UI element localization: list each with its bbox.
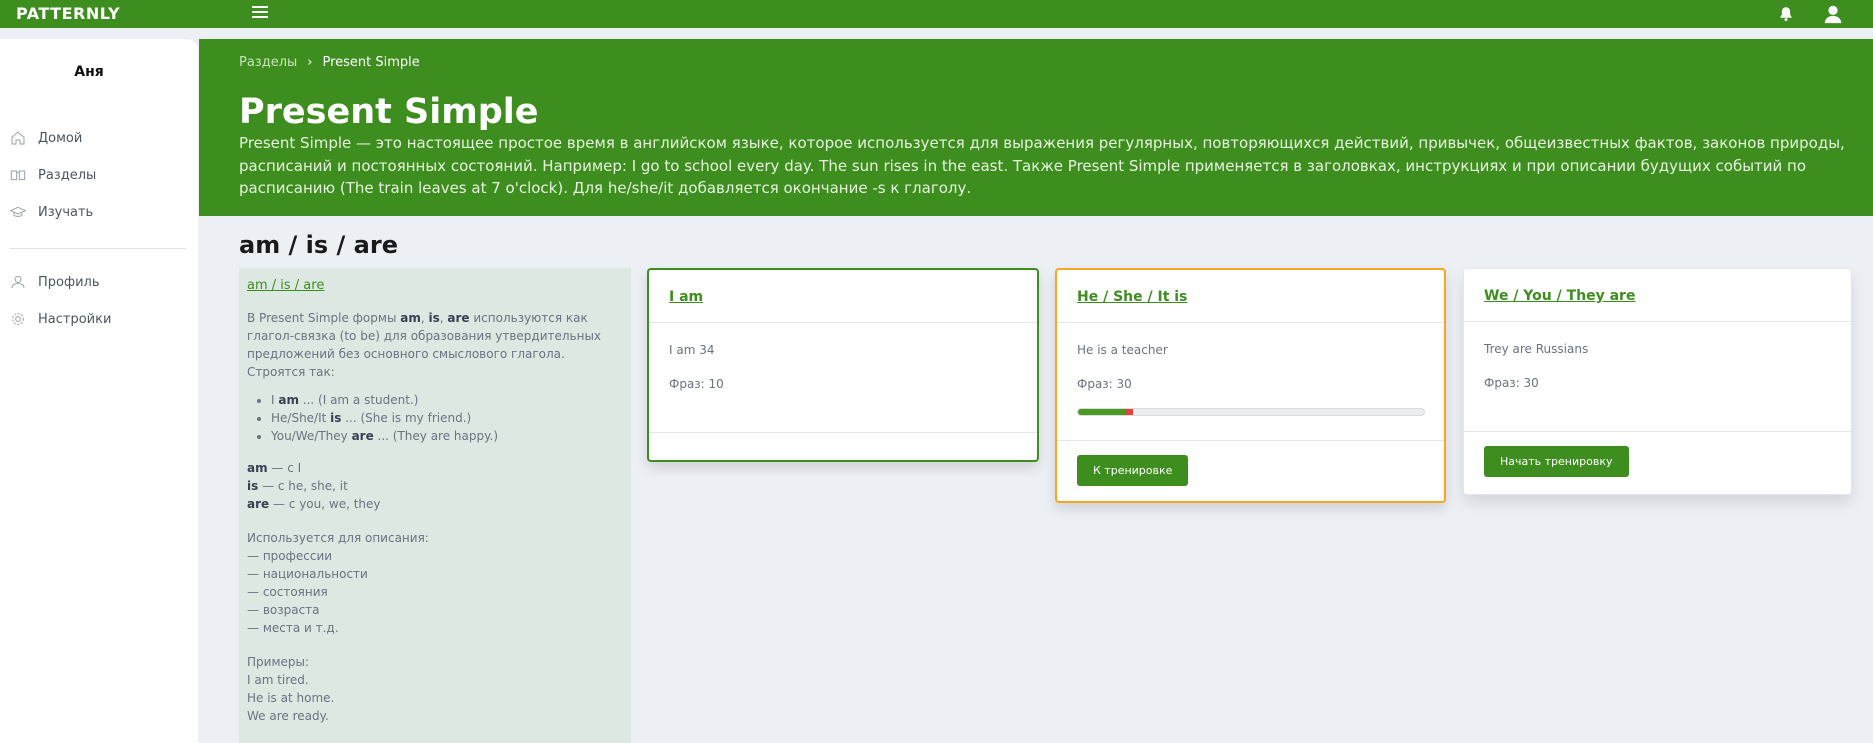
info-rule: is — с he, she, it [247, 479, 348, 493]
page-title: Present Simple [239, 92, 539, 132]
list-item: He/She/It is ... (She is my friend.) [271, 409, 623, 427]
card-body: I am 34 Фраз: 10 [649, 323, 1037, 432]
card-header: I am [649, 270, 1037, 323]
start-training-button[interactable]: Начать тренировку [1484, 446, 1629, 477]
user-name: Аня [74, 64, 104, 80]
info-examples-label: Примеры: [247, 655, 310, 669]
menu-icon[interactable] [252, 6, 268, 20]
info-bullet-list: I am ... (I am a student.) He/She/It is … [271, 391, 623, 445]
info-usage-item: — места и т.д. [247, 621, 339, 635]
card-header: We / You / They are [1464, 269, 1851, 322]
info-intro: В Present Simple формы am, is, are испол… [247, 311, 602, 361]
pattern-card-i-am: I am I am 34 Фраз: 10 [647, 268, 1039, 462]
card-header: He / She / It is [1057, 270, 1444, 323]
to-training-button[interactable]: К тренировке [1077, 455, 1189, 486]
user-icon[interactable] [1822, 3, 1844, 25]
progress-fill [1078, 409, 1125, 415]
card-example: Trey are Russians [1484, 342, 1589, 356]
sidebar-item-home[interactable]: Домой [10, 127, 180, 149]
card-footer: Начать тренировку [1464, 431, 1851, 491]
page-description: Present Simple — это настоящее простое в… [239, 134, 1845, 197]
card-phrase-count: Фраз: 30 [1484, 376, 1539, 390]
grammar-info-panel: am / is / are В Present Simple формы am,… [239, 268, 631, 743]
bell-icon[interactable] [1777, 5, 1795, 23]
home-icon [11, 131, 25, 145]
breadcrumb-current: Present Simple [322, 55, 420, 70]
graduation-cap-icon [10, 206, 26, 217]
card-title-link[interactable]: We / You / They are [1484, 288, 1635, 304]
info-example: I am tired. [247, 673, 309, 687]
card-title-link[interactable]: He / She / It is [1077, 289, 1187, 305]
card-body: He is a teacher Фраз: 30 [1057, 323, 1444, 440]
top-bar: PATTERNLY [0, 0, 1873, 28]
card-example: He is a teacher [1077, 343, 1168, 357]
card-example: I am 34 [669, 343, 715, 357]
info-rule: are — с you, we, they [247, 497, 381, 511]
sidebar-item-profile[interactable]: Профиль [10, 271, 180, 293]
list-item: You/We/They are ... (They are happy.) [271, 427, 623, 445]
card-phrase-count: Фраз: 10 [669, 377, 724, 391]
sidebar-item-label: Разделы [38, 167, 97, 183]
pattern-card-we-you-they-are: We / You / They are Trey are Russians Фр… [1463, 268, 1852, 495]
info-title-link[interactable]: am / is / are [247, 277, 324, 295]
info-usage-item: — состояния [247, 585, 328, 599]
info-rule: am — с I [247, 461, 302, 475]
info-example: We are ready. [247, 709, 329, 723]
card-footer: К тренировке [1057, 440, 1444, 500]
info-usage-label: Используется для описания: [247, 531, 429, 545]
section-title: am / is / are [239, 231, 398, 259]
progress-error-fill [1124, 409, 1134, 415]
list-item: I am ... (I am a student.) [271, 391, 623, 409]
sidebar-divider [10, 248, 186, 249]
sidebar-item-learn[interactable]: Изучать [10, 201, 180, 223]
sidebar-item-label: Домой [38, 130, 83, 146]
info-usage-item: — национальности [247, 567, 368, 581]
sidebar-item-sections[interactable]: Разделы [10, 164, 180, 186]
breadcrumb: Разделы › Present Simple [239, 55, 420, 70]
training-progress-bar [1077, 408, 1425, 416]
sidebar-item-label: Профиль [38, 274, 100, 290]
page-header: Разделы › Present Simple Present Simple … [199, 39, 1873, 216]
gear-icon [12, 313, 24, 325]
info-built-label: Строятся так: [247, 365, 335, 379]
breadcrumb-sections-link[interactable]: Разделы [239, 55, 297, 70]
card-phrase-count: Фраз: 30 [1077, 377, 1132, 391]
chevron-right-icon: › [307, 55, 313, 70]
sidebar: Аня Домой Разделы Изучать Профиль Настро… [0, 39, 198, 743]
sidebar-item-label: Изучать [38, 204, 94, 220]
info-usage-item: — возраста [247, 603, 320, 617]
sidebar-item-label: Настройки [38, 311, 112, 327]
card-body: Trey are Russians Фраз: 30 [1464, 322, 1851, 431]
pattern-card-he-she-it-is: He / She / It is He is a teacher Фраз: 3… [1055, 268, 1446, 503]
book-icon [10, 170, 26, 181]
card-footer [649, 432, 1037, 461]
card-title-link[interactable]: I am [669, 289, 703, 305]
info-example: He is at home. [247, 691, 335, 705]
sidebar-item-settings[interactable]: Настройки [10, 308, 180, 330]
info-usage-item: — профессии [247, 549, 333, 563]
user-icon [11, 275, 25, 289]
brand-logo[interactable]: PATTERNLY [16, 4, 120, 23]
